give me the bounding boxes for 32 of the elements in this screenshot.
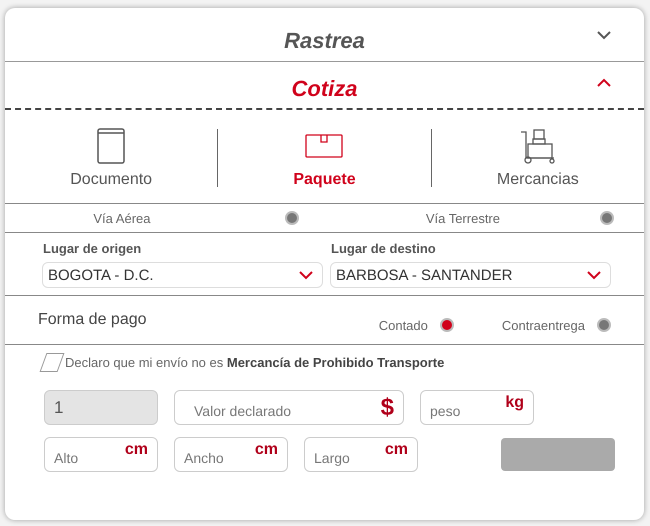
unit-label: cm xyxy=(254,441,278,459)
section-header[interactable]: Cotiza xyxy=(5,62,644,110)
field-label: Lugar de destino xyxy=(331,241,437,256)
dropdown[interactable]: BOGOTA - D.C. xyxy=(42,262,323,288)
unit-label: $ xyxy=(380,394,394,422)
chevron-down-icon xyxy=(298,270,314,280)
dropdown[interactable]: BARBOSA - SANTANDER xyxy=(330,262,611,288)
unit-label: cm xyxy=(384,441,408,459)
field-label: Forma de pago xyxy=(38,311,147,329)
option-label: Vía Aérea xyxy=(93,210,150,226)
option-label: Contraentrega xyxy=(502,318,585,332)
box-icon xyxy=(305,134,344,158)
option-label: Contado xyxy=(378,318,428,332)
checkbox[interactable] xyxy=(40,352,64,372)
radio-button[interactable] xyxy=(600,211,614,225)
option-label: Vía Terrestre xyxy=(426,210,500,226)
envelope-icon xyxy=(97,128,126,164)
hand-truck-icon xyxy=(520,128,556,164)
chevron-up-icon xyxy=(596,78,612,88)
unit-label: cm xyxy=(124,441,148,459)
radio-button[interactable] xyxy=(284,211,298,225)
service-option[interactable]: Mercancias xyxy=(432,116,644,188)
service-option[interactable]: Paquete xyxy=(218,116,431,188)
chevron-down-icon xyxy=(596,30,612,40)
service-option[interactable]: Documento xyxy=(5,116,218,188)
chevron-down-icon xyxy=(586,270,602,280)
declaration-text: Declaro que mi envío no es Mercancía de Prohibido Transporte xyxy=(65,354,444,370)
unit-label: kg xyxy=(505,394,524,412)
radio-button[interactable] xyxy=(597,318,611,332)
radio-button[interactable] xyxy=(440,318,454,332)
section-header[interactable]: Rastrea xyxy=(5,8,644,62)
field-label: Lugar de origen xyxy=(43,241,142,256)
